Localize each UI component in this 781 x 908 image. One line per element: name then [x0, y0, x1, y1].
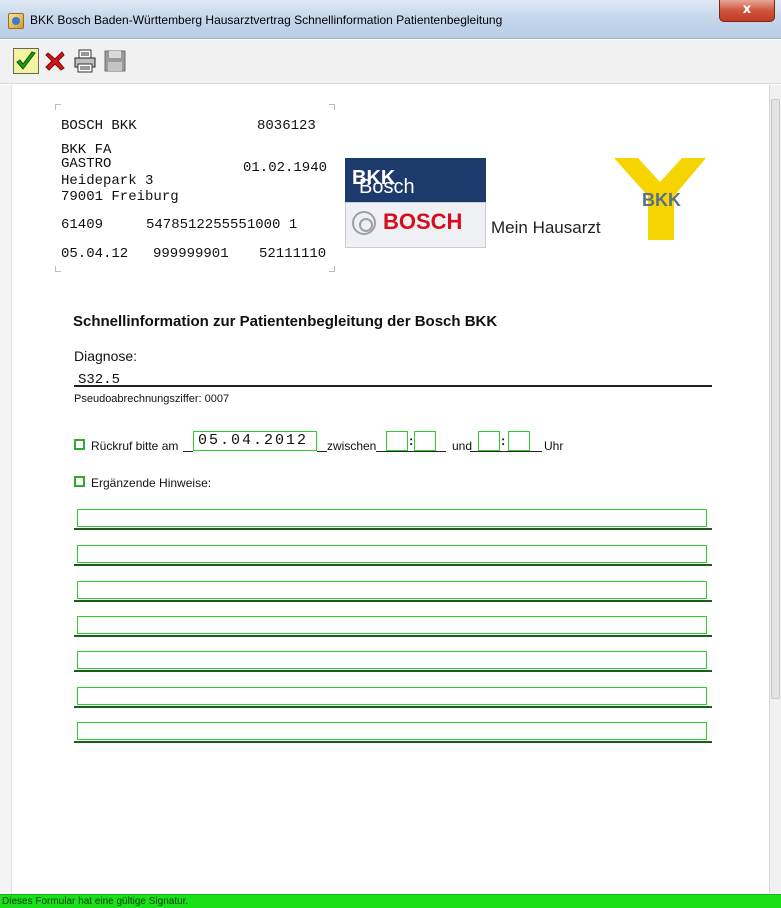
rueckruf-checkbox[interactable]: [74, 439, 85, 450]
hinweise-checkbox[interactable]: [74, 476, 85, 487]
time-to-hour-input[interactable]: [478, 431, 500, 451]
toolbar: [0, 40, 781, 84]
mein-hausarzt-text: Mein Hausarzt: [491, 218, 601, 237]
address-plz-code: 61409: [61, 217, 104, 233]
signature-status-text: Dieses Formular hat eine gültige Signatu…: [2, 896, 189, 907]
hint-line-input[interactable]: [77, 651, 707, 669]
java-app-icon: [8, 13, 24, 29]
hinweise-label: Ergänzende Hinweise:: [91, 476, 212, 490]
date-underline: [183, 451, 193, 452]
address-geburtsdatum: 01.02.1940: [243, 160, 328, 176]
print-button[interactable]: [72, 48, 98, 74]
address-corner-mark: [329, 104, 335, 110]
time-to-minute-input[interactable]: [508, 431, 530, 451]
hint-underline: [74, 706, 712, 708]
address-corner-mark: [55, 266, 61, 272]
time-from-hour-input[interactable]: [386, 431, 408, 451]
address-kasse: BOSCH BKK: [61, 118, 137, 134]
red-x-icon: [45, 51, 65, 71]
rueckruf-date-input[interactable]: 05.04.2012: [193, 431, 317, 451]
address-versicherten-nr: 5478512255551000 1: [146, 217, 298, 233]
date-underline-right: [317, 451, 327, 452]
hint-line-input[interactable]: [77, 545, 707, 563]
scrollbar-thumb[interactable]: [771, 99, 780, 699]
save-button[interactable]: [102, 48, 128, 74]
bosch-bkk-logo: Bosch BKK BOSCH: [345, 158, 486, 248]
address-ort: 79001 Freiburg: [61, 189, 179, 205]
zwischen-label: zwischen: [327, 439, 377, 453]
status-bar: Dieses Formular hat eine gültige Signatu…: [0, 894, 781, 908]
uhr-label: Uhr: [544, 439, 564, 453]
bkk-logo-text: BKK: [642, 190, 681, 210]
printer-icon: [74, 49, 96, 73]
hint-line-input[interactable]: [77, 509, 707, 527]
form-title: Schnellinformation zur Patientenbegleitu…: [73, 313, 498, 330]
hint-underline: [74, 635, 712, 637]
title-bar: BKK Bosch Baden-Württemberg Hausarztvert…: [0, 0, 781, 39]
address-corner-mark: [55, 104, 61, 110]
close-button[interactable]: x: [719, 0, 775, 22]
hint-underline: [74, 600, 712, 602]
address-bsnr: 52111110: [259, 246, 327, 262]
cancel-button[interactable]: [42, 48, 68, 74]
hint-line-input[interactable]: [77, 616, 707, 634]
hint-underline: [74, 528, 712, 530]
address-vorname: GASTRO: [61, 156, 112, 172]
bkk-yellow-logo: BKK: [614, 158, 706, 240]
confirm-button[interactable]: [13, 48, 39, 74]
diagnose-label: Diagnose:: [74, 348, 138, 364]
floppy-disk-icon: [104, 50, 126, 72]
bosch-wordmark: BOSCH: [383, 209, 463, 234]
bosch-banner: BOSCH: [345, 202, 486, 248]
hint-line-input[interactable]: [77, 722, 707, 740]
bosch-bkk-banner: Bosch BKK: [345, 158, 486, 202]
address-kassen-nr: 8036123: [257, 118, 316, 134]
bosch-armature-icon: [352, 211, 376, 235]
diagnose-underline: [74, 385, 712, 387]
time1-underline: [376, 451, 446, 452]
time2-underline: [470, 451, 542, 452]
pseudoabrechnungsziffer-label: Pseudoabrechnungsziffer: 0007: [74, 393, 230, 405]
rueckruf-label: Rückruf bitte am: [91, 439, 179, 453]
address-datum: 05.04.12: [61, 246, 129, 262]
bosch-bkk-light-text: Bosch: [359, 176, 415, 198]
vertical-scrollbar[interactable]: [769, 85, 781, 893]
address-corner-mark: [329, 266, 335, 272]
hint-underline: [74, 670, 712, 672]
hint-underline: [74, 564, 712, 566]
time-separator: :: [501, 433, 506, 448]
time-separator: :: [409, 433, 414, 448]
address-arzt-nr: 999999901: [153, 246, 229, 262]
hint-line-input[interactable]: [77, 581, 707, 599]
hint-underline: [74, 741, 712, 743]
address-strasse: Heidepark 3: [61, 173, 154, 189]
green-checkmark-icon: [16, 51, 36, 70]
hint-line-input[interactable]: [77, 687, 707, 705]
window-title: BKK Bosch Baden-Württemberg Hausarztvert…: [30, 13, 503, 27]
left-gutter: [0, 85, 12, 893]
time-from-minute-input[interactable]: [414, 431, 436, 451]
